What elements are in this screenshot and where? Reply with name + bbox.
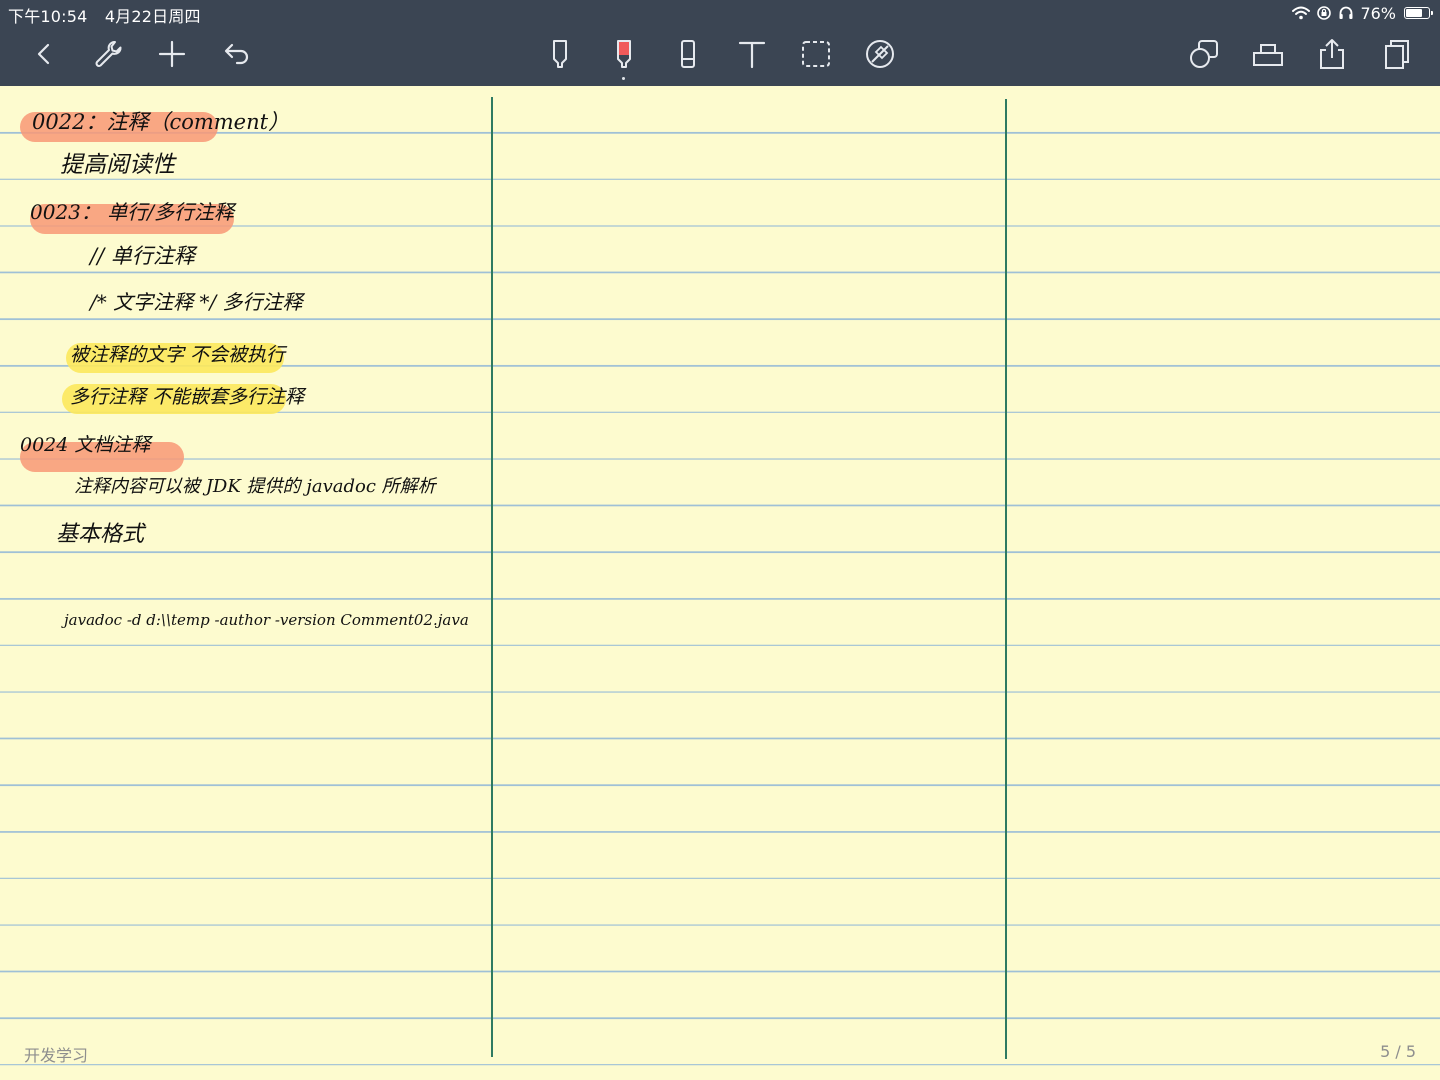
margin-line-right (1005, 99, 1007, 1059)
battery-fill (1406, 9, 1423, 17)
handwritten-line: 0023： 单行/多行注释 (30, 200, 234, 224)
status-time: 下午10:54 (8, 7, 88, 26)
laser-pointer-tool[interactable] (860, 34, 900, 74)
status-date: 4月22日周四 (104, 7, 201, 26)
laser-pointer-icon (866, 40, 894, 68)
back-icon (37, 43, 50, 65)
ruler-button[interactable] (1248, 34, 1288, 74)
handwritten-line: 基本格式 (56, 522, 145, 547)
status-bar-left: 下午10:54 4月22日周四 (8, 3, 201, 27)
active-tool-indicator (622, 77, 625, 80)
highlighter-icon (617, 40, 631, 68)
battery-percent: 76% (1360, 3, 1396, 23)
pen-tool[interactable] (540, 34, 580, 74)
add-button[interactable] (152, 34, 192, 74)
battery-icon (1404, 7, 1433, 19)
toolbar: 下午10:54 4月22日周四 76% (0, 0, 1440, 86)
handwritten-line: 多行注释 不能嵌套多行注释 (70, 386, 305, 408)
text-icon (738, 41, 766, 69)
notebook-page[interactable]: 0022：注释（comment） 提高阅读性 0023： 单行/多行注释 // … (0, 86, 1440, 1080)
share-button[interactable] (1312, 34, 1352, 74)
page-indicator[interactable]: 5 / 5 (1380, 1042, 1416, 1061)
orientation-lock-icon (1317, 6, 1332, 20)
margin-line-left (491, 97, 493, 1057)
undo-button[interactable] (216, 34, 256, 74)
text-tool[interactable] (732, 34, 772, 74)
status-bar-right: 76% (1292, 3, 1433, 23)
handwritten-line: /* 文字注释 */ 多行注释 (90, 290, 303, 314)
handwritten-line: javadoc -d d:\\temp -author -version Com… (64, 611, 469, 629)
wifi-icon (1292, 6, 1311, 20)
undo-icon (224, 43, 249, 65)
back-button[interactable] (24, 34, 64, 74)
handwritten-line: 提高阅读性 (60, 152, 175, 178)
handwritten-line: 0024 文档注释 (20, 434, 151, 456)
pen-icon (553, 40, 567, 68)
handwritten-line: 被注释的文字 不会被执行 (70, 344, 286, 366)
notebook-name: 开发学习 (24, 1046, 89, 1065)
headphones-icon (1339, 6, 1353, 19)
eraser-tool[interactable] (668, 34, 708, 74)
pages-icon (1385, 40, 1409, 69)
handwritten-line: 0022：注释（comment） (32, 110, 290, 134)
share-icon (1320, 39, 1344, 69)
lasso-select-icon (802, 41, 830, 67)
shapes-icon (1190, 40, 1218, 68)
handwritten-line: 注释内容可以被 JDK 提供的 javadoc 所解析 (74, 476, 436, 497)
handwritten-line: // 单行注释 (90, 244, 195, 268)
lasso-tool[interactable] (796, 34, 836, 74)
settings-button[interactable] (88, 34, 128, 74)
pages-button[interactable] (1376, 34, 1416, 74)
ruler-icon (1253, 44, 1283, 66)
eraser-icon (681, 40, 695, 68)
shapes-button[interactable] (1184, 34, 1224, 74)
highlighter-tool[interactable] (604, 34, 644, 74)
plus-icon (158, 40, 186, 68)
wrench-icon (95, 41, 122, 67)
